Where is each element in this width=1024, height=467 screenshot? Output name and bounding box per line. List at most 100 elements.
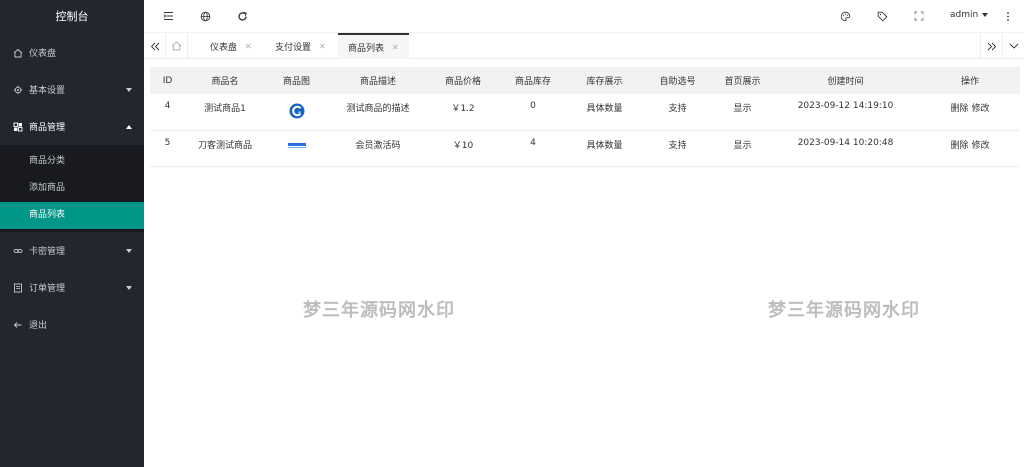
sidebar-item-label: 仪表盘: [29, 49, 57, 59]
main-content: ID 商品名 商品图 商品描述 商品价格 商品库存 库存展示 自助选号 首页展示…: [144, 59, 1024, 467]
cell-image: [265, 94, 328, 131]
gear-icon: [12, 84, 23, 95]
cell-self-select: 支持: [641, 130, 714, 167]
sidebar-item-product-management[interactable]: 商品管理: [0, 108, 144, 145]
refresh-icon[interactable]: [234, 8, 250, 24]
cell-desc: 会员激活码: [328, 130, 428, 167]
cell-actions: 删除 修改: [920, 130, 1020, 167]
submenu-item-product-category[interactable]: 商品分类: [0, 148, 144, 175]
col-header-image: 商品图: [265, 67, 328, 94]
sidebar-item-label: 退出: [29, 321, 48, 331]
cell-price: ￥10: [428, 130, 498, 167]
col-header-id: ID: [150, 67, 185, 94]
more-vertical-icon[interactable]: [1000, 8, 1016, 24]
logout-icon: [12, 319, 23, 330]
tab-label: 商品列表: [348, 43, 385, 54]
table-row: 4 测试商品1 测试商品的描述 ￥1.2 0 具体数量 支持 显示 2023-0…: [150, 94, 1020, 131]
watermark: 梦三年源码网水印: [768, 300, 920, 321]
cell-id: 5: [150, 130, 185, 167]
edit-link[interactable]: 修改: [971, 141, 989, 151]
link-icon: [12, 245, 23, 256]
sidebar-item-dashboard[interactable]: 仪表盘: [0, 34, 144, 71]
tab-bar: 仪表盘 ✕ 支付设置 ✕ 商品列表 ✕: [144, 33, 1024, 59]
user-name: admin: [950, 10, 979, 20]
col-header-self-select: 自助选号: [641, 67, 714, 94]
edit-link[interactable]: 修改: [971, 104, 989, 114]
col-header-stock: 商品库存: [498, 67, 568, 94]
cell-home-display: 显示: [714, 130, 771, 167]
delete-link[interactable]: 删除: [951, 104, 969, 114]
tab-label: 仪表盘: [210, 42, 238, 53]
close-icon[interactable]: ✕: [245, 42, 252, 51]
chevron-down-icon: [126, 87, 132, 92]
watermark: 梦三年源码网水印: [303, 300, 455, 321]
cell-name: 刀客测试商品: [185, 130, 265, 167]
sidebar-item-label: 卡密管理: [29, 247, 66, 257]
cell-home-display: 显示: [714, 94, 771, 131]
sidebar-item-label: 基本设置: [29, 86, 66, 96]
tabs-scroll-right-icon[interactable]: [980, 33, 1002, 59]
tab-label: 支付设置: [275, 42, 312, 53]
admin-app: 控制台 仪表盘 基本设置 商品管理 商品分类 添加商品 商品列表 卡密管理 订单…: [0, 0, 1024, 467]
sidebar-item-basic-settings[interactable]: 基本设置: [0, 71, 144, 108]
sidebar-item-card-management[interactable]: 卡密管理: [0, 232, 144, 269]
top-header: admin: [144, 0, 1024, 33]
sidebar: 控制台 仪表盘 基本设置 商品管理 商品分类 添加商品 商品列表 卡密管理 订单…: [0, 0, 144, 467]
sidebar-item-label: 订单管理: [29, 284, 66, 294]
cell-stock: 0: [498, 94, 568, 131]
user-menu[interactable]: admin: [950, 10, 989, 20]
chevron-down-icon: [126, 285, 132, 290]
cell-stock-display: 具体数量: [568, 130, 641, 167]
submenu-item-product-list[interactable]: 商品列表: [0, 202, 144, 229]
product-submenu: 商品分类 添加商品 商品列表: [0, 145, 144, 232]
cell-stock-display: 具体数量: [568, 94, 641, 131]
tabs-scroll-left-icon[interactable]: [144, 33, 166, 59]
cell-self-select: 支持: [641, 94, 714, 131]
cell-actions: 删除 修改: [920, 94, 1020, 131]
home-tab-icon[interactable]: [166, 33, 188, 59]
table-header-row: ID 商品名 商品图 商品描述 商品价格 商品库存 库存展示 自助选号 首页展示…: [150, 67, 1020, 94]
cell-price: ￥1.2: [428, 94, 498, 131]
fullscreen-icon[interactable]: [911, 8, 927, 24]
product-thumbnail[interactable]: [289, 103, 305, 119]
menu-fold-icon[interactable]: [160, 8, 176, 24]
tab-payment-settings[interactable]: 支付设置 ✕: [275, 33, 326, 59]
chevron-down-icon: [126, 248, 132, 253]
cell-image: [265, 130, 328, 167]
col-header-desc: 商品描述: [328, 67, 428, 94]
delete-link[interactable]: 删除: [951, 141, 969, 151]
sidebar-item-label: 商品管理: [29, 123, 66, 133]
cell-desc: 测试商品的描述: [328, 94, 428, 131]
submenu-item-add-product[interactable]: 添加商品: [0, 175, 144, 202]
cell-stock: 4: [498, 130, 568, 167]
col-header-actions: 操作: [920, 67, 1020, 94]
close-icon[interactable]: ✕: [392, 43, 399, 52]
col-header-stock-display: 库存展示: [568, 67, 641, 94]
col-header-created: 创建时间: [771, 67, 920, 94]
product-icon: [12, 121, 23, 132]
cell-created: 2023-09-12 14:19:10: [771, 94, 920, 131]
tab-dashboard[interactable]: 仪表盘 ✕: [210, 33, 252, 59]
close-icon[interactable]: ✕: [319, 42, 326, 51]
home-icon: [12, 47, 23, 58]
tab-product-list[interactable]: 商品列表 ✕: [338, 33, 409, 59]
cell-name: 测试商品1: [185, 94, 265, 131]
order-icon: [12, 282, 23, 293]
globe-icon[interactable]: [197, 8, 213, 24]
tabs-dropdown-icon[interactable]: [1002, 33, 1024, 59]
col-header-price: 商品价格: [428, 67, 498, 94]
sidebar-item-logout[interactable]: 退出: [0, 306, 144, 343]
table-row: 5 刀客测试商品 会员激活码 ￥10 4 具体数量 支持 显示 2023-09-…: [150, 130, 1020, 167]
product-table: ID 商品名 商品图 商品描述 商品价格 商品库存 库存展示 自助选号 首页展示…: [150, 67, 1020, 167]
col-header-name: 商品名: [185, 67, 265, 94]
chevron-up-icon: [126, 124, 132, 129]
caret-down-icon: [982, 13, 989, 17]
cell-created: 2023-09-14 10:20:48: [771, 130, 920, 167]
sidebar-item-order-management[interactable]: 订单管理: [0, 269, 144, 306]
sidebar-title: 控制台: [55, 10, 89, 23]
theme-palette-icon[interactable]: [837, 8, 853, 24]
product-thumbnail[interactable]: [287, 142, 307, 150]
tag-icon[interactable]: [874, 8, 890, 24]
col-header-home-display: 首页展示: [714, 67, 771, 94]
cell-id: 4: [150, 94, 185, 131]
